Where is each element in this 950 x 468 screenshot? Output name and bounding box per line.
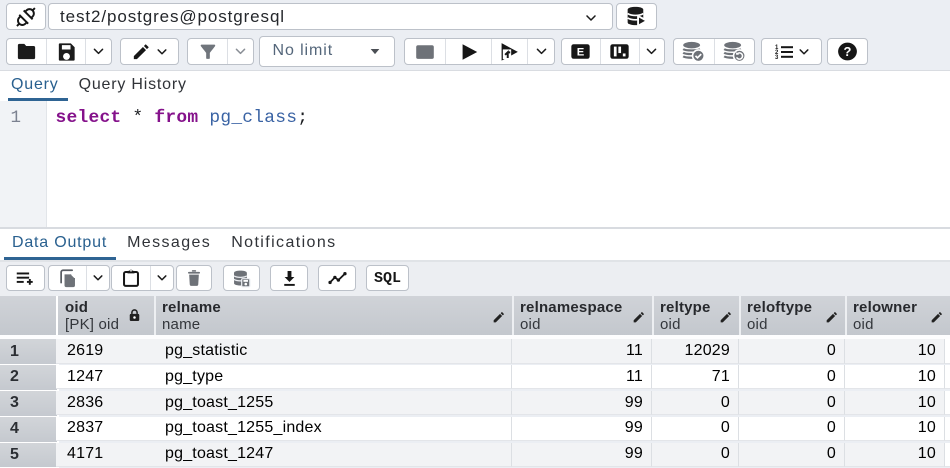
svg-text:E: E — [577, 47, 585, 59]
svg-text:3: 3 — [775, 55, 779, 61]
svg-text:?: ? — [844, 44, 852, 59]
